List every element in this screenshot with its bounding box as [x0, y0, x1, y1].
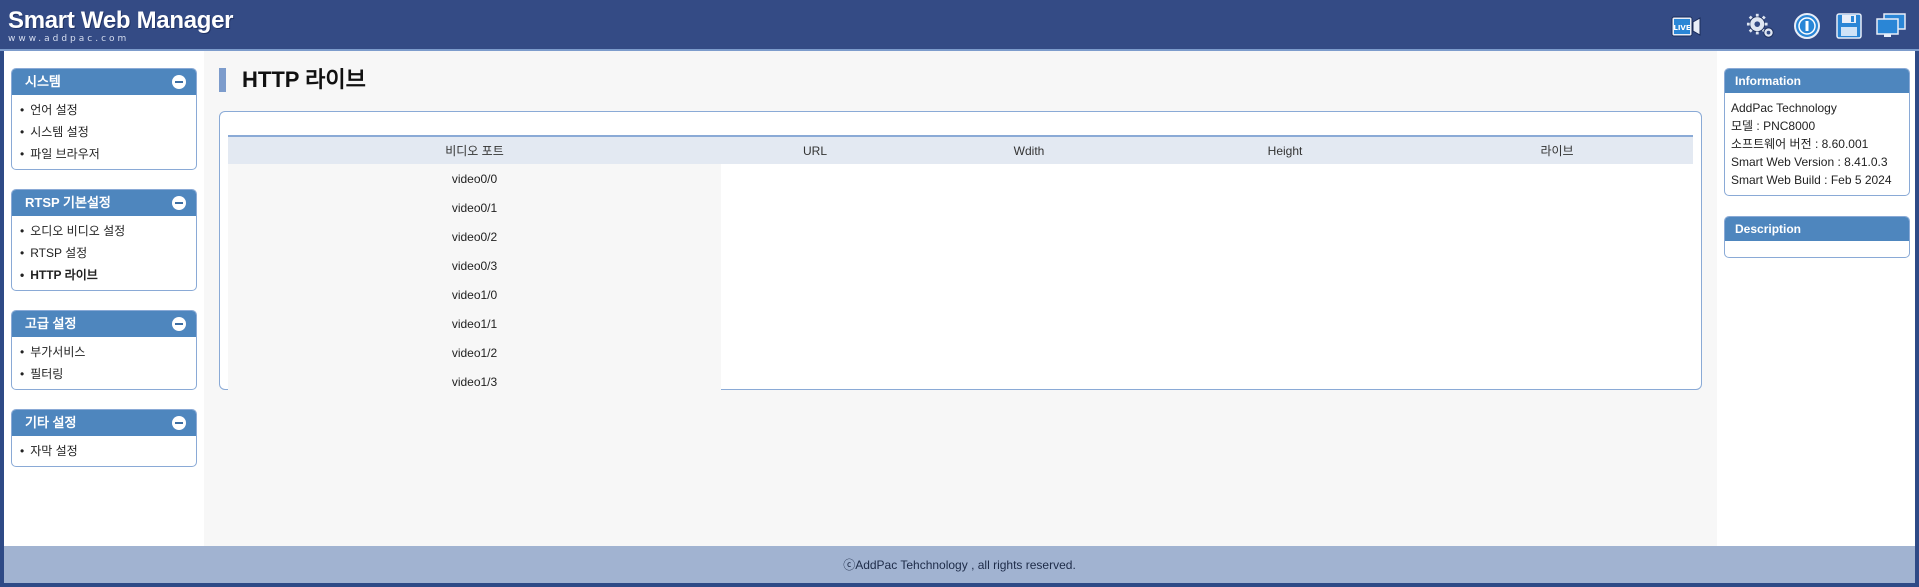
- sidebar-group-advanced: 고급 설정 부가서비스 필터링: [11, 310, 197, 390]
- settings-gears-icon[interactable]: [1746, 12, 1776, 40]
- sidebar-group-header[interactable]: 기타 설정: [12, 410, 196, 436]
- collapse-minus-icon[interactable]: [172, 317, 186, 331]
- description-title: Description: [1725, 217, 1909, 241]
- content-frame: 시스템 언어 설정 시스템 설정 파일 브라우저 RTSP 기본설정 오디오 비…: [4, 51, 1915, 583]
- col-live: 라이브: [1540, 144, 1574, 158]
- http-live-panel: 비디오 포트 URL Wdith Height 라이브 video0/0 vid…: [219, 111, 1702, 396]
- right-sidebar: Information AddPac Technology 모델 : PNC80…: [1717, 51, 1915, 546]
- sidebar-group-other: 기타 설정 자막 설정: [11, 409, 197, 467]
- table-row: video0/0: [228, 164, 1693, 193]
- sidebar-item-file-browser[interactable]: 파일 브라우저: [20, 143, 196, 165]
- sidebar-item-audio-video[interactable]: 오디오 비디오 설정: [20, 220, 196, 242]
- sidebar-item-subtitle[interactable]: 자막 설정: [20, 440, 196, 462]
- description-box: Description: [1724, 216, 1910, 258]
- sidebar-group-header[interactable]: 시스템: [12, 69, 196, 95]
- page-title: HTTP 라이브: [219, 68, 366, 92]
- table-row: video0/1: [228, 193, 1693, 222]
- app-logo[interactable]: Smart Web Manager www.addpac.com: [8, 7, 234, 45]
- col-video-port: 비디오 포트: [445, 144, 504, 158]
- collapse-minus-icon[interactable]: [172, 196, 186, 210]
- sidebar-group-title: RTSP 기본설정: [25, 195, 111, 210]
- video-port-cell: video1/2: [228, 338, 721, 367]
- info-model: 모델 : PNC8000: [1731, 119, 1816, 133]
- logo-title: Smart Web Manager: [8, 7, 234, 34]
- sidebar-item-language[interactable]: 언어 설정: [20, 99, 196, 121]
- svg-text:LIVE: LIVE: [1673, 24, 1690, 32]
- collapse-minus-icon[interactable]: [172, 416, 186, 430]
- col-url: URL: [802, 143, 827, 158]
- footer-copyright: ⓒAddPac Tehchnology , all rights reserve…: [843, 558, 1076, 572]
- table-row: video1/0: [228, 280, 1693, 309]
- table-row: video0/3: [228, 251, 1693, 280]
- table-row: video0/2: [228, 222, 1693, 251]
- sidebar-group-title: 고급 설정: [25, 316, 77, 331]
- http-live-table: 비디오 포트 URL Wdith Height 라이브 video0/0 vid…: [228, 135, 1693, 396]
- info-icon[interactable]: [1792, 12, 1822, 40]
- video-port-cell: video0/2: [228, 222, 721, 251]
- col-width: Wdith: [1013, 143, 1045, 158]
- info-software-version: 소프트웨어 버전 : 8.60.001: [1731, 137, 1869, 151]
- table-row: video1/1: [228, 309, 1693, 338]
- sidebar-item-extra-services[interactable]: 부가서비스: [20, 341, 196, 363]
- info-web-version: Smart Web Version : 8.41.0.3: [1731, 155, 1888, 169]
- info-company: AddPac Technology: [1731, 101, 1837, 115]
- table-row: video1/3: [228, 367, 1693, 396]
- info-web-build: Smart Web Build : Feb 5 2024: [1731, 173, 1892, 187]
- logo-subtitle: www.addpac.com: [8, 34, 130, 44]
- table-row: video1/2: [228, 338, 1693, 367]
- collapse-minus-icon[interactable]: [172, 75, 186, 89]
- information-title: Information: [1725, 69, 1909, 93]
- top-header: Smart Web Manager www.addpac.com LIVE: [0, 0, 1919, 51]
- sidebar-group-title: 기타 설정: [25, 415, 77, 430]
- video-port-cell: video0/0: [228, 164, 721, 193]
- sidebar-item-system-settings[interactable]: 시스템 설정: [20, 121, 196, 143]
- sidebar-group-header[interactable]: RTSP 기본설정: [12, 190, 196, 216]
- video-port-cell: video1/3: [228, 367, 721, 396]
- save-icon[interactable]: [1834, 12, 1864, 40]
- sidebar-group-system: 시스템 언어 설정 시스템 설정 파일 브라우저: [11, 68, 197, 170]
- table-header-row: 비디오 포트 URL Wdith Height 라이브: [228, 136, 1693, 164]
- sidebar-group-header[interactable]: 고급 설정: [12, 311, 196, 337]
- sidebar-group-title: 시스템: [25, 74, 61, 89]
- sidebar-item-http-live[interactable]: HTTP 라이브: [20, 264, 196, 286]
- live-camera-icon[interactable]: LIVE: [1671, 12, 1701, 40]
- video-port-cell: video0/1: [228, 193, 721, 222]
- monitor-icon[interactable]: [1876, 12, 1906, 40]
- video-port-cell: video1/0: [228, 280, 721, 309]
- sidebar-item-filtering[interactable]: 필터링: [20, 363, 196, 385]
- col-height: Height: [1267, 143, 1303, 158]
- sidebar-item-rtsp-settings[interactable]: RTSP 설정: [20, 242, 196, 264]
- sidebar-group-rtsp: RTSP 기본설정 오디오 비디오 설정 RTSP 설정 HTTP 라이브: [11, 189, 197, 291]
- video-port-cell: video0/3: [228, 251, 721, 280]
- information-box: Information AddPac Technology 모델 : PNC80…: [1724, 68, 1910, 196]
- main-content: HTTP 라이브 비디오 포트 URL Wdith Height 라이브 vid…: [204, 51, 1717, 546]
- left-sidebar: 시스템 언어 설정 시스템 설정 파일 브라우저 RTSP 기본설정 오디오 비…: [4, 51, 204, 546]
- footer: ⓒAddPac Tehchnology , all rights reserve…: [4, 546, 1915, 583]
- video-port-cell: video1/1: [228, 309, 721, 338]
